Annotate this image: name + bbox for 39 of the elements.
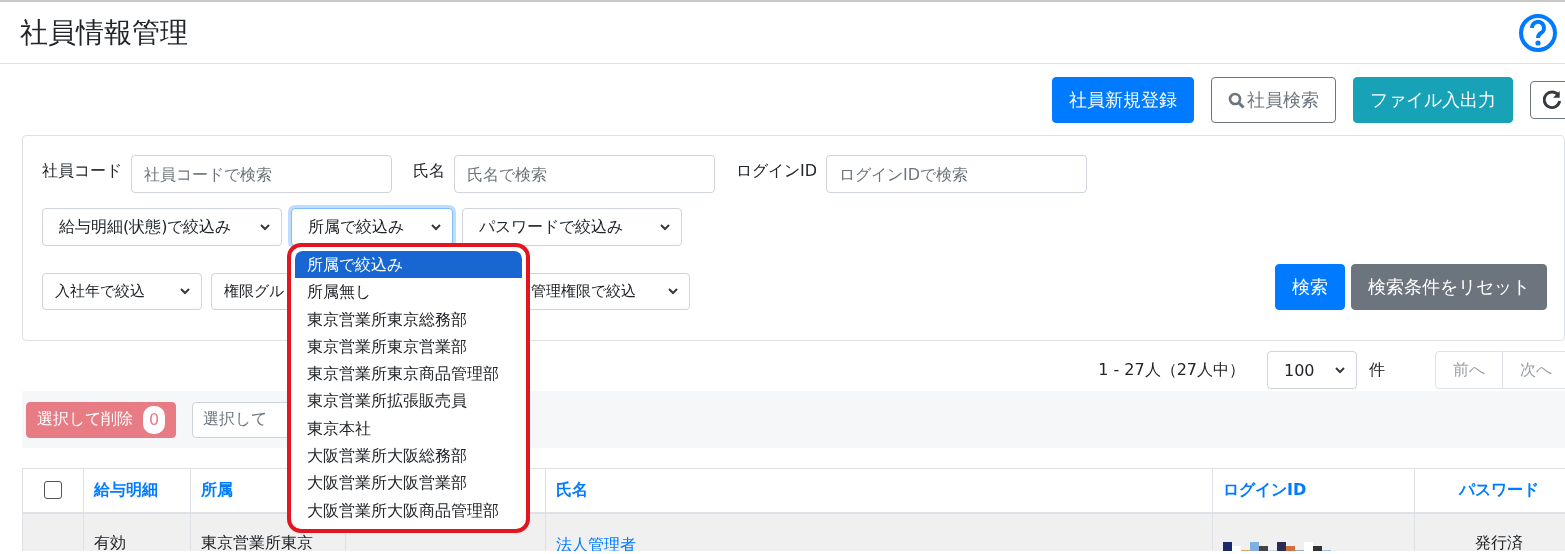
help-icon[interactable]: [1518, 12, 1558, 53]
dropdown-option[interactable]: 大阪営業所大阪商品管理部: [295, 496, 522, 524]
search-submit-button[interactable]: 検索: [1275, 264, 1345, 310]
search-field[interactable]: ログインIDで検索: [826, 155, 1088, 193]
unit-label: 件: [1369, 359, 1385, 381]
table-cell: 発行済: [1474, 532, 1523, 551]
count-badge: 0: [143, 405, 165, 434]
field-label: 社員コード: [42, 161, 122, 182]
reset-button[interactable]: 検索条件をリセット: [1351, 264, 1547, 310]
file-button[interactable]: ファイル入出力: [1353, 77, 1513, 123]
dropdown-option[interactable]: 東京営業所東京商品管理部: [295, 360, 522, 388]
select-all-checkbox[interactable]: [44, 481, 62, 500]
field-label: 氏名: [413, 161, 445, 182]
dropdown-option[interactable]: 大阪営業所大阪総務部: [295, 442, 522, 470]
column-header[interactable]: 氏名: [556, 479, 588, 499]
column-header[interactable]: ログインID: [1223, 479, 1307, 499]
delete-selected-button[interactable]: 選択して削除 0: [26, 401, 176, 438]
search-field[interactable]: 氏名で検索: [454, 155, 715, 193]
result-count: 1 - 27人（27人中）: [1098, 359, 1245, 381]
register-button[interactable]: 社員新規登録: [1052, 77, 1194, 123]
page-title: 社員情報管理: [20, 14, 188, 51]
refresh-icon: [1542, 90, 1563, 110]
filter-select[interactable]: 所属で絞込み: [291, 208, 453, 246]
search-icon: [1228, 91, 1245, 109]
filter-select[interactable]: パスワードで絞込み: [462, 208, 682, 246]
dropdown-option[interactable]: 大阪営業所大阪営業部: [295, 469, 522, 497]
chevron-icon: [1334, 364, 1346, 376]
table-cell: 有効: [94, 532, 126, 551]
dropdown-option[interactable]: 東京営業所東京営業部: [295, 332, 522, 361]
search-button[interactable]: 社員検索: [1211, 77, 1336, 123]
filter-select[interactable]: 給与明細(状態)で絞込み: [42, 208, 282, 246]
page-size-select[interactable]: 100: [1267, 351, 1357, 389]
dropdown-option[interactable]: 所属で絞込み: [295, 251, 522, 279]
filter-select[interactable]: 入社年で絞込: [42, 272, 202, 310]
field-label: ログインID: [736, 161, 818, 182]
search-field[interactable]: 社員コードで検索: [131, 155, 392, 193]
refresh-button[interactable]: [1530, 81, 1565, 119]
column-header[interactable]: 所属: [201, 479, 233, 499]
table-cell: 東京営業所東京: [201, 532, 313, 551]
